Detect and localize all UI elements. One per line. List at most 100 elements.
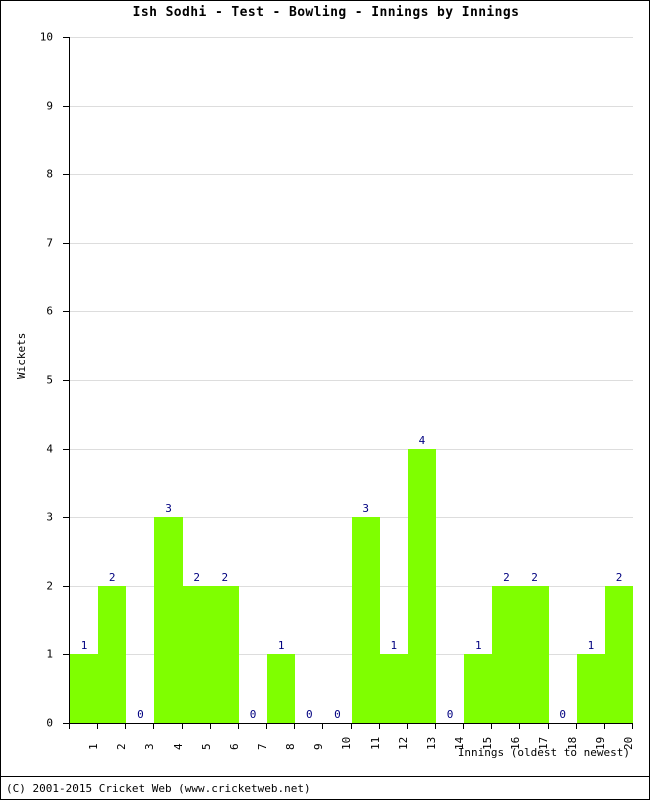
bar-value-label: 0	[559, 708, 567, 721]
bar-series: 1 2 0 3 2 2 0 1 0 0 3 1 4 0 1 2 2 0 1 2	[70, 37, 634, 723]
x-tick-mark	[491, 723, 492, 729]
bar-value-label: 1	[474, 639, 482, 653]
x-axis-title: Innings (oldest to newest)	[457, 746, 630, 759]
bar-value-label: 2	[193, 570, 201, 584]
bar-value-label: 0	[249, 708, 257, 721]
bar-value-label: 1	[80, 639, 88, 653]
bar-value-label: 0	[334, 708, 341, 721]
bar-value-label: 3	[165, 502, 172, 516]
x-tick-label: 10	[340, 736, 353, 750]
bar-slot[interactable]: 0	[295, 37, 323, 723]
bar-value-label: 4	[418, 433, 426, 447]
x-tick-label: 2	[115, 743, 128, 750]
bar-slot[interactable]: 0	[549, 37, 577, 723]
x-tick-mark	[407, 723, 408, 729]
bar[interactable]	[267, 654, 296, 723]
bar-slot[interactable]: 2	[98, 37, 127, 723]
y-tick-label: 4	[46, 442, 53, 456]
x-tick-mark	[519, 723, 520, 729]
bar-slot[interactable]: 1	[267, 37, 296, 723]
bar[interactable]	[182, 585, 211, 723]
chart-page: Ish Sodhi - Test - Bowling - Innings by …	[0, 0, 650, 800]
y-tick-label: 10	[39, 30, 53, 44]
bar-slot[interactable]: 2	[492, 37, 521, 723]
bar-slot[interactable]: 4	[407, 37, 437, 723]
bar[interactable]	[604, 585, 634, 723]
x-axis-ticks	[69, 723, 633, 729]
bar-slot[interactable]: 1	[70, 37, 99, 723]
x-tick-label: 4	[172, 743, 185, 750]
y-tick-label: 7	[46, 236, 53, 250]
x-tick-mark	[379, 723, 380, 729]
bar[interactable]	[492, 585, 521, 723]
page-title: Ish Sodhi - Test - Bowling - Innings by …	[132, 5, 520, 20]
x-tick-mark	[238, 723, 239, 729]
y-tick-label: 5	[46, 373, 53, 387]
bar[interactable]	[98, 585, 127, 723]
bar[interactable]	[520, 585, 549, 723]
x-tick-label: 13	[425, 736, 438, 750]
bar-value-label: 0	[137, 708, 144, 721]
x-tick-label: 11	[369, 736, 382, 750]
x-tick-label: 9	[312, 743, 325, 750]
bar-slot[interactable]: 0	[323, 37, 351, 723]
bar[interactable]	[464, 654, 493, 723]
y-tick-label: 3	[46, 510, 53, 524]
bar[interactable]	[407, 448, 437, 723]
y-tick-label: 8	[46, 167, 53, 181]
x-tick-mark	[294, 723, 295, 729]
bar[interactable]	[154, 517, 183, 723]
x-tick-label: 5	[200, 743, 213, 750]
bar[interactable]	[210, 585, 239, 723]
y-tick-label: 0	[46, 716, 53, 730]
bar-slot[interactable]: 0	[436, 37, 464, 723]
bar-slot[interactable]: 1	[379, 37, 408, 723]
x-tick-mark	[576, 723, 577, 729]
bar-slot[interactable]: 3	[154, 37, 183, 723]
bar[interactable]	[70, 654, 99, 723]
bar-value-label: 2	[615, 570, 623, 584]
y-tick-label: 2	[46, 579, 53, 593]
x-tick-label: 1	[87, 743, 100, 750]
y-axis: 0 1 2 3 4 5 6 7 8 9 10	[1, 31, 69, 730]
bar-value-label: 2	[221, 570, 229, 584]
copyright-notice: (C) 2001-2015 Cricket Web (www.cricketwe…	[6, 782, 311, 795]
y-tick-label: 6	[46, 304, 53, 318]
bar[interactable]	[379, 654, 408, 723]
bar-value-label: 0	[446, 708, 454, 721]
bar-value-label: 2	[503, 570, 510, 584]
bar-value-label: 1	[587, 639, 595, 653]
bar-value-label: 1	[390, 639, 398, 653]
bar-slot[interactable]: 2	[604, 37, 634, 723]
bar-value-label: 2	[531, 570, 538, 584]
bar-slot[interactable]: 2	[210, 37, 239, 723]
bar-slot[interactable]: 0	[239, 37, 267, 723]
x-tick-mark	[604, 723, 605, 729]
bar-slot[interactable]: 2	[520, 37, 549, 723]
bar-value-label: 0	[306, 708, 313, 721]
x-tick-mark	[435, 723, 436, 729]
bar-slot[interactable]: 2	[182, 37, 211, 723]
x-tick-mark	[69, 723, 70, 729]
bar-slot[interactable]: 3	[351, 37, 380, 723]
x-tick-label: 3	[143, 743, 156, 750]
x-tick-mark	[266, 723, 267, 729]
x-tick-mark	[463, 723, 464, 729]
bar[interactable]	[351, 517, 380, 723]
x-tick-mark	[548, 723, 549, 729]
x-tick-label: 7	[256, 743, 269, 750]
x-tick-mark	[125, 723, 126, 729]
bar-slot[interactable]: 0	[126, 37, 154, 723]
y-tick-label: 9	[46, 99, 53, 113]
bar-value-label: 2	[108, 570, 116, 584]
plot-area: 1 2 0 3 2 2 0 1 0 0 3 1 4 0 1 2 2 0 1 2	[69, 37, 634, 724]
footer-divider	[1, 776, 649, 777]
bar-slot[interactable]: 1	[464, 37, 493, 723]
y-tick-label: 1	[46, 647, 53, 661]
x-tick-label: 6	[228, 743, 241, 750]
bar[interactable]	[576, 654, 605, 723]
x-tick-mark	[153, 723, 154, 729]
x-tick-mark	[97, 723, 98, 729]
bar-value-label: 1	[277, 639, 285, 653]
bar-slot[interactable]: 1	[576, 37, 605, 723]
